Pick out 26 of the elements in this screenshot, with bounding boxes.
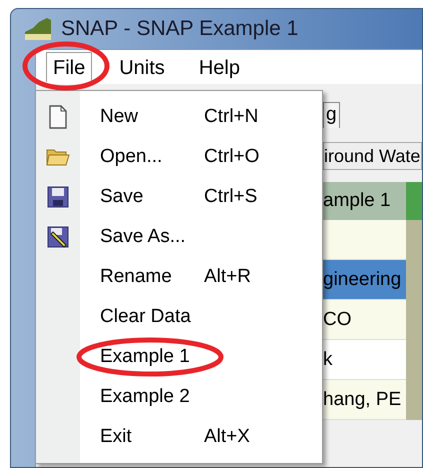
menu-item[interactable]: Save As... — [36, 217, 322, 257]
tab[interactable]: g — [323, 102, 340, 128]
floppy-disk-pencil-icon — [47, 226, 69, 248]
column-header: ample 1 — [323, 182, 406, 220]
menu-item[interactable]: Exit Alt+X — [36, 417, 322, 457]
document-icon — [48, 105, 68, 129]
folder-icon — [46, 147, 70, 167]
menu-item[interactable]: Save Ctrl+S — [36, 177, 322, 217]
menu-item[interactable]: Example 1 — [36, 337, 322, 377]
menu-item[interactable]: File — [46, 52, 92, 82]
tab[interactable]: iround Wate — [323, 142, 422, 170]
column-header — [406, 182, 422, 220]
menu-item[interactable]: Clear Data — [36, 297, 322, 337]
table-cell[interactable]: hang, PE — [323, 380, 406, 420]
menu-item[interactable]: Rename Alt+R — [36, 257, 322, 297]
table-cell[interactable] — [323, 220, 406, 260]
menu-item[interactable]: Open... Ctrl+O — [36, 137, 322, 177]
menu-item[interactable]: Example 2 — [36, 377, 322, 417]
app-logo-icon — [23, 16, 53, 42]
menu-item[interactable]: Units — [112, 52, 172, 82]
window-title: SNAP - SNAP Example 1 — [61, 16, 298, 42]
table-cell[interactable]: gineering — [323, 260, 406, 300]
menu-item[interactable]: Help — [192, 52, 247, 82]
table-cell[interactable]: k — [323, 340, 406, 380]
table-cell[interactable]: CO — [323, 300, 406, 340]
menu-item[interactable]: New Ctrl+N — [36, 97, 322, 137]
